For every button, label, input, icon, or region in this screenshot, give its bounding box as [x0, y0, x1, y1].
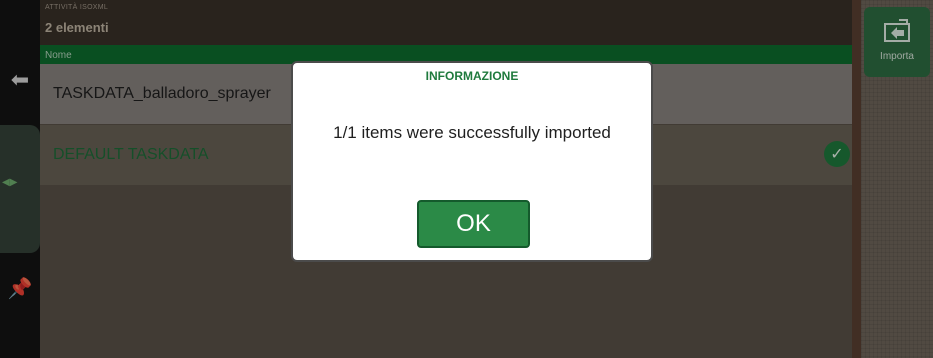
dialog-message: 1/1 items were successfully imported: [333, 123, 611, 142]
dialog-title: INFORMAZIONE: [425, 69, 519, 83]
info-dialog: INFORMAZIONE 1/1 items were successfully…: [291, 61, 653, 262]
ok-button[interactable]: OK: [417, 200, 530, 248]
